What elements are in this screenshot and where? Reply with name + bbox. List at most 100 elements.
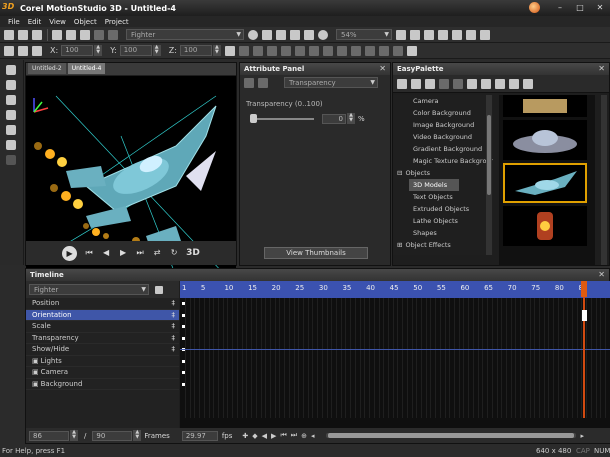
cut-icon[interactable] (52, 29, 62, 40)
timeline-track[interactable]: ▣ Background (26, 379, 179, 390)
key-icon[interactable]: ◆ (252, 432, 257, 440)
gallery-icon[interactable] (523, 78, 533, 89)
track-pin-icon[interactable]: ‡ (172, 333, 176, 345)
scale-icon[interactable] (252, 45, 263, 56)
distribute-v-icon[interactable] (364, 45, 375, 56)
transparency-slider[interactable] (250, 113, 314, 123)
property-select[interactable]: Transparency ▼ (284, 77, 378, 88)
first-key-icon[interactable]: ⏮ (280, 431, 286, 440)
timeline-track[interactable]: Position ‡ (26, 298, 179, 310)
3d-toggle-button[interactable]: 3D (186, 248, 200, 258)
first-frame-button[interactable]: ⏮ (84, 248, 94, 258)
restore-button[interactable]: □ (572, 1, 588, 14)
zoom-out-icon[interactable] (410, 29, 420, 40)
tree-item[interactable]: Video Background (393, 131, 493, 143)
tree-item[interactable]: Magic Texture Backgrour (393, 155, 493, 167)
thumbnail-item[interactable] (503, 206, 587, 246)
layout-single-icon[interactable] (438, 29, 448, 40)
align-center-icon[interactable] (280, 45, 291, 56)
timeline-scrollbar[interactable] (326, 433, 577, 438)
total-frames-spinner[interactable]: ▲ ▼ (133, 430, 142, 441)
thumbnail-item[interactable] (503, 120, 587, 160)
snap-icon[interactable] (406, 45, 417, 56)
align-left-icon[interactable] (266, 45, 277, 56)
distribute-h-icon[interactable] (350, 45, 361, 56)
layout-grid-icon[interactable] (480, 29, 490, 40)
close-icon[interactable]: ✕ (379, 63, 386, 75)
extrude-tool-icon[interactable] (6, 80, 16, 90)
view-thumbnails-button[interactable]: View Thumbnails (264, 247, 368, 259)
transparency-spinner[interactable]: ▲ ▼ (347, 113, 355, 124)
zoom-select[interactable]: 54% ▼ (336, 29, 392, 40)
keyframe-remove-icon[interactable] (258, 77, 268, 88)
keyframe-marker[interactable] (182, 371, 185, 374)
ungroup-icon[interactable] (392, 45, 403, 56)
timeline-track[interactable]: Orientation ‡ (26, 309, 179, 321)
timeline-tracks[interactable]: 1510152025303540455055606570758085 (180, 281, 610, 431)
fit-view-icon[interactable] (424, 29, 434, 40)
undo-icon[interactable] (94, 29, 104, 40)
scroll-thumb[interactable] (487, 115, 491, 195)
slider-handle[interactable] (250, 113, 257, 123)
track-pin-icon[interactable]: ‡ (172, 298, 176, 310)
tree-expander-icon[interactable]: ⊞ (397, 241, 402, 249)
new-file-icon[interactable] (4, 29, 14, 40)
text-tool-icon[interactable] (6, 65, 16, 75)
timeline-track[interactable]: Show/Hide ‡ (26, 344, 179, 356)
playhead[interactable] (583, 281, 586, 418)
y-spinner[interactable]: ▲ ▼ (152, 45, 161, 56)
help-orb-icon[interactable] (529, 2, 540, 13)
last-frame-button[interactable]: ⏭ (135, 248, 145, 258)
last-key-icon[interactable]: ⏭ (291, 431, 297, 440)
current-frame-spinner[interactable]: ▲ ▼ (70, 430, 78, 441)
tree-item[interactable]: Image Background (393, 119, 493, 131)
prev-frame-button[interactable]: ◀ (101, 248, 111, 258)
tree-item[interactable]: ⊞ Object Effects (393, 239, 493, 251)
close-icon[interactable]: ✕ (598, 63, 605, 75)
x-field[interactable]: 100 (61, 45, 94, 56)
search-icon[interactable] (467, 78, 477, 89)
menu-view[interactable]: View (49, 18, 66, 26)
paste-icon[interactable] (80, 29, 90, 40)
render-icon[interactable] (262, 29, 272, 40)
keyframe-add-icon[interactable] (244, 77, 254, 88)
edit-tool-icon[interactable] (6, 155, 16, 165)
prev-key-icon[interactable]: ◀ (262, 432, 267, 440)
open-file-icon[interactable] (18, 29, 28, 40)
cut-icon[interactable] (425, 78, 435, 89)
thumbnail-item-selected[interactable] (503, 163, 587, 203)
save-icon[interactable] (32, 29, 42, 40)
tree-item[interactable]: Text Objects (393, 191, 493, 203)
tree-item[interactable]: Shapes (393, 227, 493, 239)
menu-object[interactable]: Object (74, 18, 97, 26)
rotate-icon[interactable] (238, 45, 249, 56)
delete-icon[interactable] (439, 78, 449, 89)
layout-quad-icon[interactable] (466, 29, 476, 40)
transparency-field[interactable]: 0 (322, 113, 346, 124)
tree-item[interactable]: Lathe Objects (393, 215, 493, 227)
menu-edit[interactable]: Edit (28, 18, 42, 26)
rename-icon[interactable] (453, 78, 463, 89)
shape-tool-icon[interactable] (6, 110, 16, 120)
tree-item[interactable]: ⊟ Objects (393, 167, 493, 179)
import-icon[interactable] (495, 78, 505, 89)
z-spinner[interactable]: ▲ ▼ (212, 45, 221, 56)
tree-item[interactable]: Camera (393, 95, 493, 107)
keyframe-marker[interactable] (182, 313, 185, 317)
lock-proportion-icon[interactable] (224, 45, 235, 56)
redo-icon[interactable] (108, 29, 118, 40)
tree-expander-icon[interactable]: ⊟ (397, 169, 402, 177)
hand-icon[interactable] (4, 45, 14, 56)
tree-item[interactable]: Gradient Background (393, 143, 493, 155)
shuffle-icon[interactable]: ⇄ (152, 248, 162, 258)
keyframe-marker[interactable] (582, 309, 588, 321)
frame-ruler[interactable]: 1510152025303540455055606570758085 (180, 281, 610, 298)
menu-file[interactable]: File (8, 18, 20, 26)
next-key-icon[interactable]: ▶ (271, 432, 276, 440)
group-icon[interactable] (378, 45, 389, 56)
timeline-pin-icon[interactable] (155, 285, 163, 294)
fps-field[interactable]: 29.97 (181, 430, 218, 441)
keyframe-marker[interactable] (182, 382, 185, 386)
timeline-track[interactable]: Scale ‡ (26, 321, 179, 333)
tree-item[interactable]: Extruded Objects (393, 203, 493, 215)
